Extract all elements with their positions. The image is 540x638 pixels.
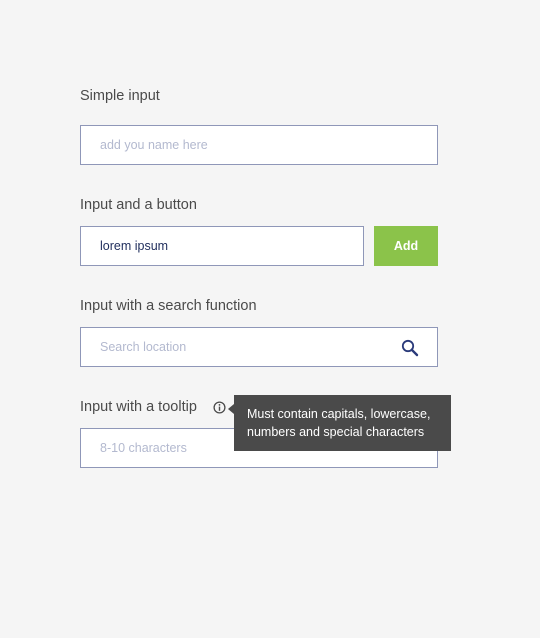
search-input-field[interactable]: Search location [80, 327, 438, 367]
info-icon[interactable] [213, 401, 226, 414]
search-input-label: Input with a search function [80, 298, 257, 314]
search-input-placeholder: Search location [100, 340, 187, 354]
tooltip-line-1: Must contain capitals, lowercase, [247, 407, 431, 421]
add-button[interactable]: Add [374, 226, 438, 266]
tooltip-line-2: numbers and special characters [247, 425, 425, 439]
tooltip: Must contain capitals, lowercase, number… [228, 395, 451, 451]
search-icon[interactable] [401, 339, 419, 357]
input-button-label: Input and a button [80, 197, 197, 213]
tooltip-arrow [228, 404, 234, 414]
simple-input-placeholder: add you name here [100, 138, 208, 152]
input-button-field[interactable]: lorem ipsum [80, 226, 364, 266]
tooltip-input-placeholder: 8-10 characters [100, 441, 187, 455]
simple-input-label: Simple input [80, 88, 160, 104]
tooltip-input-label: Input with a tooltip [80, 399, 197, 415]
input-button-value: lorem ipsum [100, 239, 169, 253]
simple-input-field[interactable]: add you name here [80, 125, 438, 165]
